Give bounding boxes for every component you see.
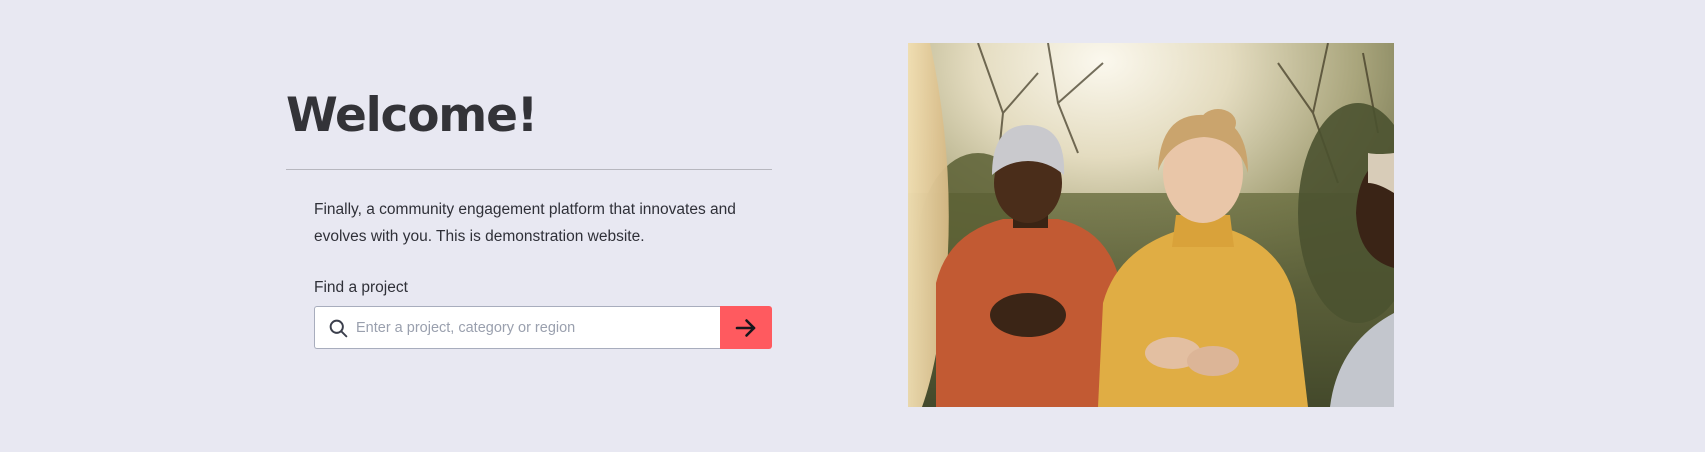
page-title: Welcome!: [286, 88, 538, 143]
people-outdoors-image: [908, 43, 1394, 407]
search-input[interactable]: [355, 307, 712, 348]
arrow-right-icon: [735, 318, 756, 337]
hero-section: Welcome! Finally, a community engagement…: [0, 0, 1705, 452]
search-submit-button[interactable]: [720, 306, 772, 349]
hero-photo: [908, 43, 1394, 407]
search-field[interactable]: [314, 306, 720, 349]
title-divider: [286, 169, 772, 170]
search-label: Find a project: [314, 279, 408, 296]
project-search-form: [314, 306, 772, 349]
search-icon: [329, 319, 348, 338]
hero-content: Welcome! Finally, a community engagement…: [286, 0, 772, 452]
intro-text: Finally, a community engagement platform…: [314, 201, 736, 245]
